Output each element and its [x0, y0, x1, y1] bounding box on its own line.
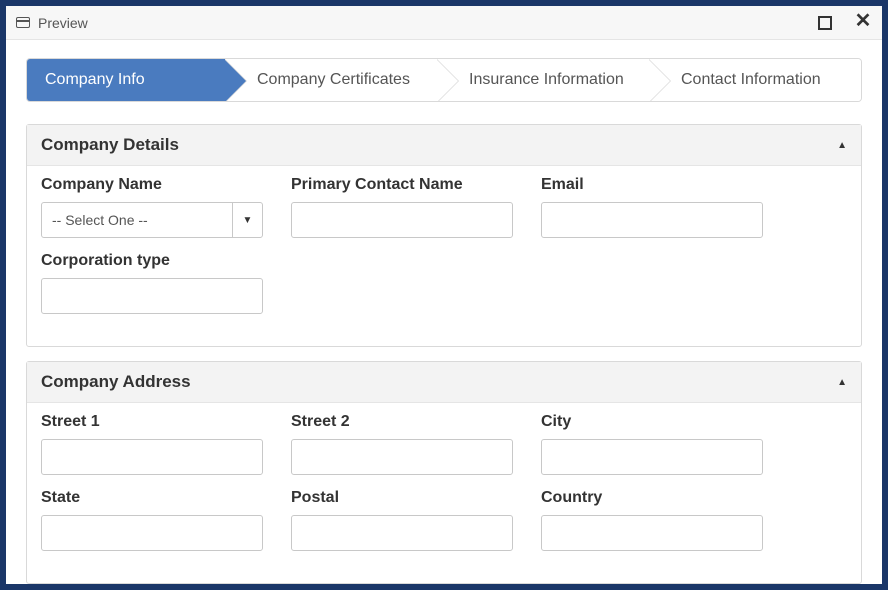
wizard-steps: Company Info Company Certificates Insura… — [26, 58, 862, 102]
panel-company-details: Company Details ▲ Company Name -- Select… — [26, 124, 862, 347]
field-email: Email — [541, 176, 763, 238]
field-primary-contact: Primary Contact Name — [291, 176, 513, 238]
field-city: City — [541, 413, 763, 475]
close-button[interactable]: ✕ — [854, 14, 872, 32]
label-email: Email — [541, 176, 763, 194]
step-label: Company Info — [45, 71, 145, 89]
label-corporation-type: Corporation type — [41, 252, 263, 270]
label-state: State — [41, 489, 263, 507]
field-street2: Street 2 — [291, 413, 513, 475]
window-icon — [16, 17, 30, 28]
label-company-name: Company Name — [41, 176, 263, 194]
maximize-button[interactable] — [818, 16, 832, 30]
city-input[interactable] — [541, 439, 763, 475]
window-title: Preview — [38, 15, 88, 31]
label-street1: Street 1 — [41, 413, 263, 431]
label-country: Country — [541, 489, 763, 507]
field-country: Country — [541, 489, 763, 551]
street2-input[interactable] — [291, 439, 513, 475]
field-postal: Postal — [291, 489, 513, 551]
primary-contact-input[interactable] — [291, 202, 513, 238]
street1-input[interactable] — [41, 439, 263, 475]
step-label: Company Certificates — [257, 71, 410, 89]
collapse-icon: ▲ — [837, 377, 847, 388]
panel-header-company-details[interactable]: Company Details ▲ — [27, 125, 861, 166]
step-company-certificates[interactable]: Company Certificates — [225, 59, 437, 101]
label-postal: Postal — [291, 489, 513, 507]
collapse-icon: ▲ — [837, 140, 847, 151]
field-street1: Street 1 — [41, 413, 263, 475]
label-primary-contact: Primary Contact Name — [291, 176, 513, 194]
step-label: Contact Information — [681, 71, 821, 89]
panel-header-company-address[interactable]: Company Address ▲ — [27, 362, 861, 403]
panel-title: Company Details — [41, 135, 179, 155]
panel-company-address: Company Address ▲ Street 1 Street 2 City — [26, 361, 862, 584]
field-company-name: Company Name -- Select One -- ▼ — [41, 176, 263, 238]
email-input[interactable] — [541, 202, 763, 238]
select-value: -- Select One -- — [42, 212, 232, 228]
state-input[interactable] — [41, 515, 263, 551]
postal-input[interactable] — [291, 515, 513, 551]
chevron-down-icon: ▼ — [232, 203, 262, 237]
panel-body: Street 1 Street 2 City State — [27, 403, 861, 583]
preview-window: Preview ✕ Company Info Company Certifica… — [0, 0, 888, 590]
field-state: State — [41, 489, 263, 551]
step-insurance-information[interactable]: Insurance Information — [437, 59, 649, 101]
titlebar-controls: ✕ — [818, 14, 872, 32]
company-name-select[interactable]: -- Select One -- ▼ — [41, 202, 263, 238]
label-street2: Street 2 — [291, 413, 513, 431]
titlebar: Preview ✕ — [6, 6, 882, 40]
step-contact-information[interactable]: Contact Information — [649, 59, 861, 101]
content-area: Company Info Company Certificates Insura… — [6, 40, 882, 584]
step-company-info[interactable]: Company Info — [27, 59, 225, 101]
panel-body: Company Name -- Select One -- ▼ Primary … — [27, 166, 861, 346]
titlebar-left: Preview — [16, 15, 88, 31]
step-label: Insurance Information — [469, 71, 624, 89]
label-city: City — [541, 413, 763, 431]
corporation-type-input[interactable] — [41, 278, 263, 314]
field-corporation-type: Corporation type — [41, 252, 263, 314]
country-input[interactable] — [541, 515, 763, 551]
panel-title: Company Address — [41, 372, 191, 392]
